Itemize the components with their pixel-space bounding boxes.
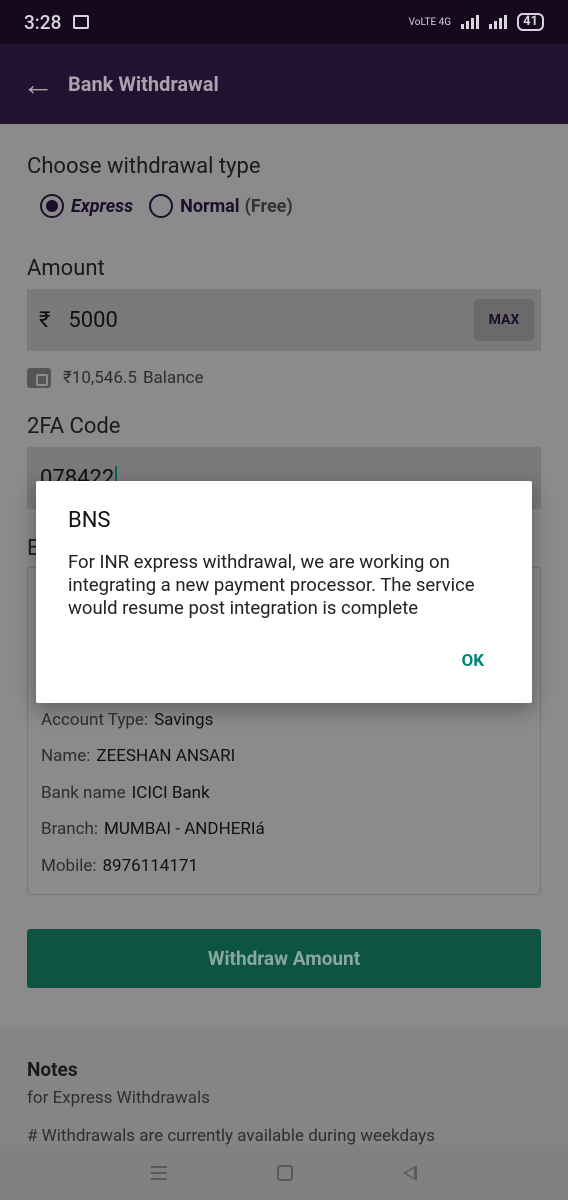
notes-subtitle: for Express Withdrawals bbox=[27, 1088, 210, 1108]
withdrawal-type-label: Choose withdrawal type bbox=[27, 154, 261, 179]
rupee-icon: ₹ bbox=[39, 307, 51, 333]
bank-row-key: Bank name bbox=[41, 783, 126, 803]
bank-row-value: Savings bbox=[154, 710, 214, 730]
notes-line: # Withdrawals are currently available du… bbox=[27, 1126, 435, 1146]
normal-radio[interactable] bbox=[149, 194, 174, 218]
system-nav-bar bbox=[0, 1145, 568, 1200]
balance-value: ₹10,546.5 bbox=[63, 368, 137, 388]
dialog-message: For INR express withdrawal, we are worki… bbox=[68, 551, 475, 619]
bank-row-branch: Branch: MUMBAI - ANDHERIá bbox=[41, 819, 265, 839]
bank-row-mobile: Mobile: 8976114171 bbox=[41, 856, 198, 876]
status-icons: VoLTE 4G 41 bbox=[409, 13, 544, 31]
battery-icon: 41 bbox=[517, 13, 544, 31]
amount-label: Amount bbox=[27, 256, 105, 281]
bank-row-key: Name: bbox=[41, 746, 91, 766]
notes-section: Notes for Express Withdrawals # Withdraw… bbox=[0, 1028, 568, 1148]
notes-title: Notes bbox=[27, 1058, 78, 1081]
bank-row-value: ICICI Bank bbox=[131, 783, 210, 803]
page-title: Bank Withdrawal bbox=[68, 72, 219, 96]
wallet-icon bbox=[27, 368, 51, 388]
bank-row-key: Account Type: bbox=[41, 710, 149, 730]
bank-row-account-type: Account Type: Savings bbox=[41, 710, 213, 730]
express-radio[interactable] bbox=[40, 194, 64, 218]
recents-menu-icon[interactable] bbox=[151, 1165, 167, 1180]
home-square-icon[interactable] bbox=[277, 1164, 293, 1181]
express-option-label[interactable]: Express bbox=[71, 196, 133, 217]
normal-option-suffix: (Free) bbox=[244, 195, 293, 217]
balance-label: Balance bbox=[142, 368, 204, 388]
back-arrow-icon[interactable]: ← bbox=[22, 68, 54, 100]
status-bar: 3:28 VoLTE 4G 41 bbox=[0, 0, 568, 44]
balance-row: ₹10,546.5 Balance bbox=[27, 368, 203, 388]
bank-row-key: Branch: bbox=[41, 819, 99, 839]
network-type-label: VoLTE 4G bbox=[408, 16, 452, 28]
app-bar: ← Bank Withdrawal bbox=[0, 44, 568, 124]
bank-row-value: ZEESHAN ANSARI bbox=[96, 746, 236, 766]
bank-row-value: MUMBAI - ANDHERIá bbox=[104, 819, 265, 839]
amount-input[interactable]: ₹ 5000 MAX bbox=[27, 289, 541, 351]
status-time: 3:28 bbox=[24, 10, 62, 34]
normal-option-label[interactable]: Normal bbox=[180, 196, 239, 217]
bank-row-name: Name: ZEESHAN ANSARI bbox=[41, 746, 235, 766]
dialog-title: BNS bbox=[68, 508, 111, 533]
withdrawal-type-radio-group: Express Normal (Free) bbox=[40, 194, 293, 218]
bank-row-value: 8976114171 bbox=[102, 856, 199, 876]
bank-row-key: Mobile: bbox=[41, 856, 97, 876]
dialog-ok-button[interactable]: OK bbox=[461, 651, 484, 671]
bank-row-bank-name: Bank name ICICI Bank bbox=[41, 783, 210, 803]
withdraw-amount-button[interactable]: Withdraw Amount bbox=[27, 929, 541, 988]
signal-icon bbox=[461, 15, 480, 29]
max-button[interactable]: MAX bbox=[474, 299, 534, 341]
amount-value: 5000 bbox=[68, 307, 118, 333]
back-triangle-icon[interactable] bbox=[403, 1164, 417, 1181]
radio-selected-dot bbox=[46, 200, 58, 212]
alert-dialog: BNS For INR express withdrawal, we are w… bbox=[36, 481, 532, 703]
notification-icon bbox=[73, 15, 90, 29]
twofa-label: 2FA Code bbox=[27, 414, 121, 439]
signal-icon-2 bbox=[489, 15, 508, 29]
